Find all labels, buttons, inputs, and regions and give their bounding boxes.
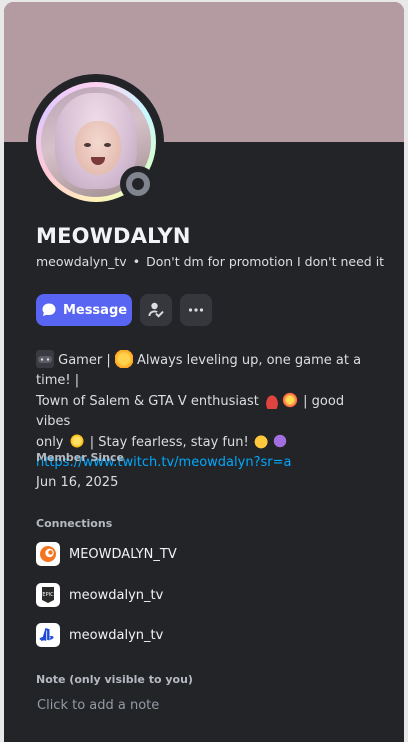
chat-bubble-icon xyxy=(42,303,56,316)
svg-text:EPIC: EPIC xyxy=(42,592,54,598)
collision-emoji-icon xyxy=(281,391,300,409)
connection-name: meowdalyn_tv xyxy=(69,587,164,603)
more-icon xyxy=(188,308,204,312)
offline-status-icon xyxy=(126,172,150,196)
playstation-icon xyxy=(36,623,60,647)
more-button[interactable] xyxy=(180,294,212,326)
add-friend-button[interactable] xyxy=(140,294,172,326)
connection-item[interactable]: meowdalyn_tv xyxy=(36,623,163,647)
message-label: Message xyxy=(62,302,128,318)
connections-label: Connections xyxy=(36,517,113,530)
epic-games-icon: EPIC xyxy=(36,583,60,607)
message-button[interactable]: Message xyxy=(36,294,132,326)
username[interactable]: meowdalyn_tv xyxy=(36,254,127,269)
bio-line3-b: | Stay fearless, stay fun! xyxy=(89,435,249,450)
custom-status: Don't dm for promotion I don't need it xyxy=(146,254,385,269)
sun-emoji-icon xyxy=(114,350,133,368)
separator: • xyxy=(132,254,141,269)
bio-line3-a: only xyxy=(36,435,64,450)
note-label: Note (only visible to you) xyxy=(36,673,193,686)
gamepad-emoji-icon xyxy=(36,350,54,368)
profile-card: MEOWDALYN meowdalyn_tv • Don't dm for prom… xyxy=(4,2,404,742)
bio-line2-a: Town of Salem & GTA V enthusiast xyxy=(36,394,259,409)
car-emoji-icon xyxy=(263,391,282,409)
flexed-biceps-emoji-icon xyxy=(252,432,271,450)
purple-heart-emoji-icon xyxy=(270,432,289,450)
status-indicator xyxy=(120,166,156,202)
member-since-date: Jun 16, 2025 xyxy=(36,475,119,490)
display-name: MEOWDALYN xyxy=(36,224,191,248)
connection-name: MEOWDALYN_TV xyxy=(69,546,177,562)
sparkles-emoji-icon xyxy=(67,432,86,450)
connection-name: meowdalyn_tv xyxy=(69,627,164,643)
crunchyroll-icon xyxy=(36,542,60,566)
connection-item[interactable]: EPIC meowdalyn_tv xyxy=(36,583,163,607)
connection-item[interactable]: MEOWDALYN_TV xyxy=(36,542,177,566)
note-input[interactable]: Click to add a note xyxy=(37,698,159,713)
member-since-label: Member Since xyxy=(36,451,124,464)
add-friend-icon xyxy=(148,302,164,318)
username-line: meowdalyn_tv • Don't dm for promotion I do… xyxy=(36,254,384,269)
bio-line1-a: Gamer | xyxy=(58,353,111,368)
